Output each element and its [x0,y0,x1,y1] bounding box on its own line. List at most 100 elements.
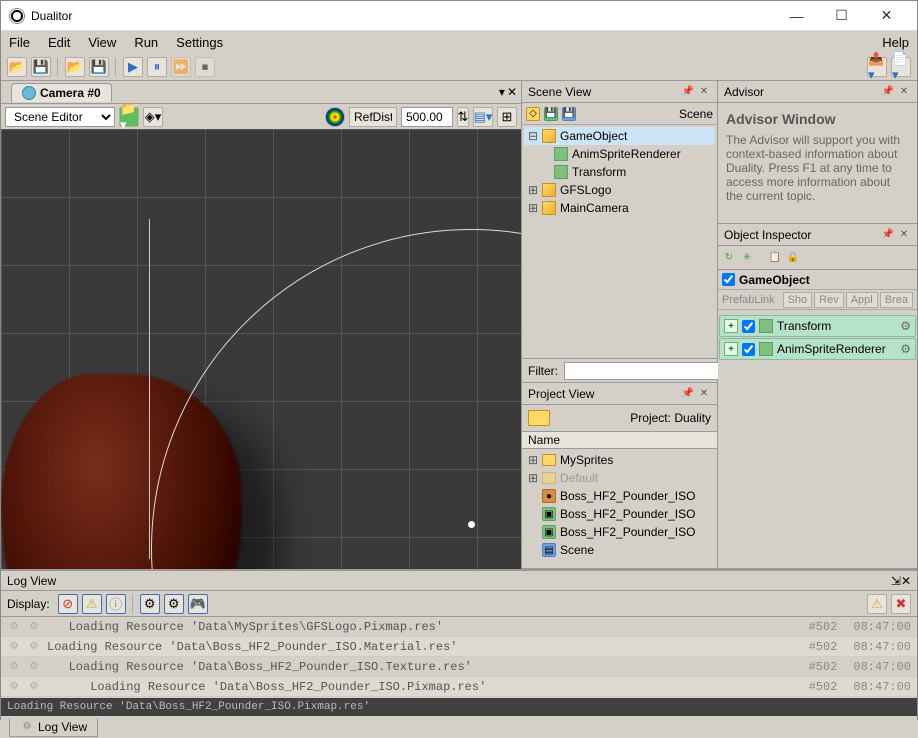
expand-icon[interactable]: + [724,342,738,356]
pin-icon[interactable]: 📌 [681,85,695,99]
tree-item[interactable]: ▣Boss_HF2_Pounder_ISO [524,505,715,523]
menu-help[interactable]: Help [882,35,909,50]
new-object-icon[interactable]: ◇ [526,107,540,121]
show-button[interactable]: Sho [783,292,813,308]
tree-node-logo[interactable]: ⊞GFSLogo [524,181,715,199]
object-icon[interactable]: ◈▾ [143,107,163,127]
panel-close-icon[interactable]: ✕ [697,85,711,99]
name-column-header[interactable]: Name [522,431,717,449]
pin-icon[interactable]: 📌 [881,85,895,99]
tree-item[interactable]: ●Boss_HF2_Pounder_ISO [524,487,715,505]
copy-icon[interactable]: 📋 [768,251,782,265]
tree-item[interactable]: ⊞Default [524,469,715,487]
panel-close-icon[interactable]: ✕ [897,228,911,242]
editor-mode-select[interactable]: Scene Editor [5,107,115,127]
panel-close-icon[interactable]: ✕ [897,85,911,99]
refdist-input[interactable] [401,107,453,127]
apply-button[interactable]: Appl [846,292,878,308]
component-enabled-checkbox[interactable] [742,343,755,356]
log-line[interactable]: ⚙⚙ Loading Resource 'Data\MySprites\GFSL… [1,617,917,637]
log-line[interactable]: ⚙⚙ Loading Resource 'Data\Boss_HF2_Pound… [1,657,917,677]
camera-tab[interactable]: Camera #0 [11,83,112,102]
revert-button[interactable]: Rev [814,292,844,308]
pause-icon[interactable]: ⏸ [147,57,167,77]
viewport-tabs: Camera #0 ▾ ✕ [1,81,521,103]
save-scene-icon[interactable]: 💾 [89,57,109,77]
step-icon[interactable]: ⏩ [171,57,191,77]
component-transform[interactable]: + Transform ⚙ [719,315,916,337]
gear-icon[interactable]: ⚙ [900,319,911,333]
viewport[interactable] [1,129,521,569]
panel-close-icon[interactable]: ✕ [697,387,711,401]
panel-close-icon[interactable]: ✕ [901,574,911,588]
display-label: Display: [7,597,50,611]
maximize-button[interactable]: ☐ [819,2,864,30]
lock-icon[interactable]: 🔒 [786,251,800,265]
minimize-button[interactable]: — [774,2,819,30]
app-logo-icon [9,8,25,24]
inspector-panel: Object Inspector 📌 ✕ ↻ ✳ 📋 🔒 GameObject … [718,224,917,569]
gear-icon[interactable]: ⚙ [900,342,911,356]
log-line[interactable]: ⚙⚙Loading Resource 'Data\Boss_HF2_Pounde… [1,637,917,657]
log-list[interactable]: ⚙⚙ Loading Resource 'Data\MySprites\GFSL… [1,617,917,698]
component-anim[interactable]: + AnimSpriteRenderer ⚙ [719,338,916,360]
game-filter-icon[interactable]: 🎮 [188,594,208,614]
error-filter-icon[interactable]: ⊘ [58,594,78,614]
settings-icon-dd[interactable]: 📄▾ [891,57,911,77]
component-enabled-checkbox[interactable] [742,320,755,333]
pixmap-icon: ▣ [542,507,556,521]
menu-settings[interactable]: Settings [176,35,223,50]
viewport-column: Camera #0 ▾ ✕ Scene Editor 📁▾ ◈▾ ⇅ ▤▾ ⊞ [1,81,522,569]
gameobject-enabled-checkbox[interactable] [722,273,735,286]
filter-input[interactable] [564,362,743,380]
tree-item[interactable]: ▤Scene [524,541,715,559]
tree-node-transform[interactable]: Transform [524,163,715,181]
layers-icon[interactable]: ▤▾ [473,107,493,127]
log-line[interactable]: ⚙⚙ Loading Resource 'Data\Boss_HF2_Pound… [1,677,917,697]
publish-icon[interactable]: 📤▾ [867,57,887,77]
play-icon[interactable]: ▶ [123,57,143,77]
gizmo-handle[interactable] [468,521,475,528]
color-wheel-icon[interactable] [325,107,345,127]
spinner-icon[interactable]: ⇅ [457,107,469,127]
project-tree[interactable]: ⊞MySprites ⊞Default ●Boss_HF2_Pounder_IS… [522,449,717,561]
open-scene-icon[interactable]: 📂 [65,57,85,77]
menu-view[interactable]: View [88,35,116,50]
autohide-icon[interactable]: ⇲ [891,574,901,588]
folder-icon[interactable] [528,410,550,426]
tree-item[interactable]: ▣Boss_HF2_Pounder_ISO [524,523,715,541]
core-filter-icon[interactable]: ⚙ [140,594,160,614]
log-tab[interactable]: ⚙ Log View [9,718,98,737]
save-all-icon[interactable]: 💾 [31,57,51,77]
break-button[interactable]: Brea [880,292,913,308]
warning-filter-icon[interactable]: ⚠ [82,594,102,614]
auto-icon[interactable]: ✳ [740,251,754,265]
stop-icon[interactable]: ⏹ [195,57,215,77]
pin-icon[interactable]: 📌 [881,228,895,242]
tab-menu-icon[interactable]: ▾ [499,85,505,99]
menu-file[interactable]: File [9,35,30,50]
clear-log-icon[interactable]: ✖ [891,594,911,614]
info-filter-icon[interactable]: ⓘ [106,594,126,614]
folder-icon[interactable]: 📁▾ [119,107,139,127]
pin-icon[interactable]: 📌 [681,387,695,401]
pause-on-error-icon[interactable]: ⚠ [867,594,887,614]
menu-run[interactable]: Run [134,35,158,50]
tree-node-anim[interactable]: AnimSpriteRenderer [524,145,715,163]
close-button[interactable]: ✕ [864,2,909,30]
refresh-icon[interactable]: ↻ [722,251,736,265]
tab-close-icon[interactable]: ✕ [507,85,517,99]
menu-edit[interactable]: Edit [48,35,70,50]
tree-node-camera[interactable]: ⊞MainCamera [524,199,715,217]
advisor-text: The Advisor will support you with contex… [726,133,909,203]
scene-tree[interactable]: ⊟GameObject AnimSpriteRenderer Transform… [522,125,717,219]
save-icon[interactable]: 💾 [544,107,558,121]
expand-icon[interactable]: + [724,319,738,333]
open-icon[interactable]: 📂 [7,57,27,77]
snap-icon[interactable]: ⊞ [497,107,517,127]
app-title: Dualitor [31,9,72,23]
tree-node-gameobject[interactable]: ⊟GameObject [524,127,715,145]
tree-item[interactable]: ⊞MySprites [524,451,715,469]
editor-filter-icon[interactable]: ⚙ [164,594,184,614]
save2-icon[interactable]: 💾 [562,107,576,121]
